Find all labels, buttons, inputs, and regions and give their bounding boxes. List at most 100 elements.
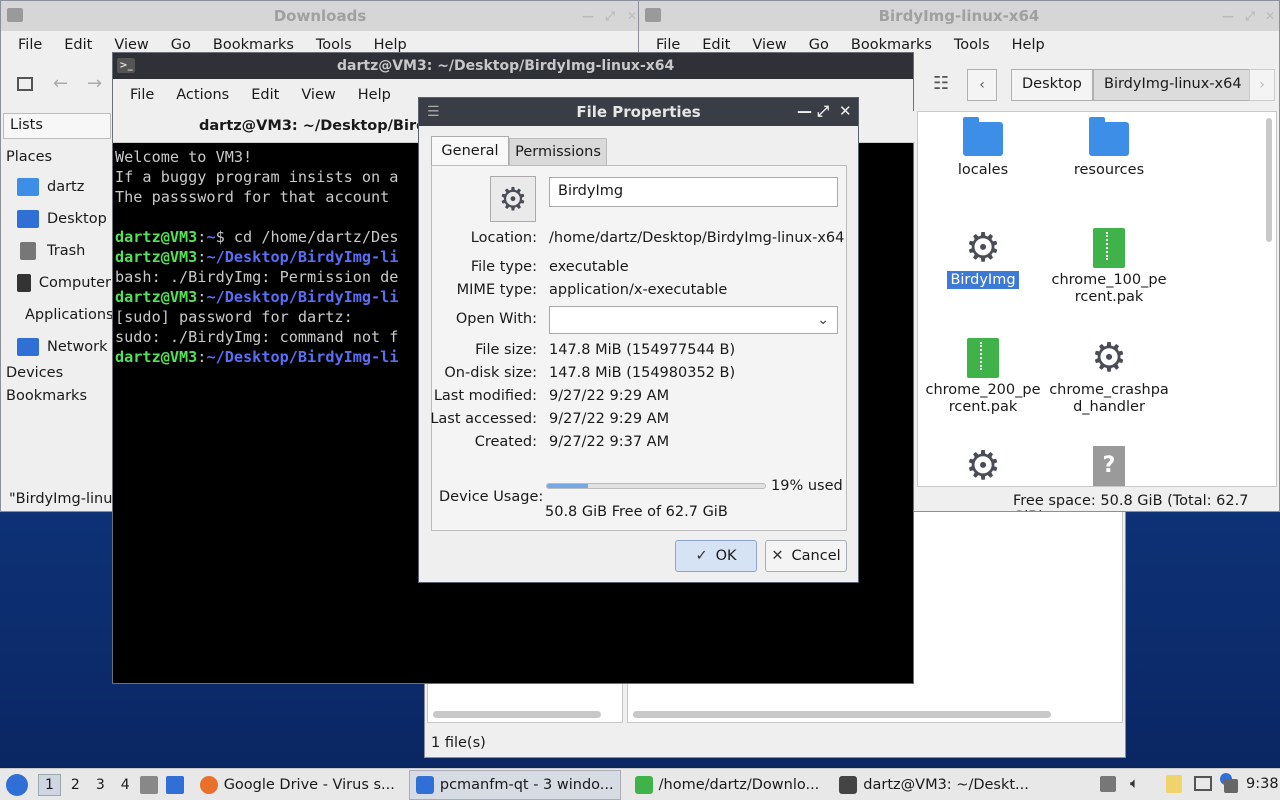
desktop-launcher-icon[interactable] <box>165 775 184 794</box>
maximize-icon[interactable]: ⤢ <box>817 102 829 120</box>
file-item-birdyimg[interactable]: ⚙ BirdyImg <box>918 228 1048 289</box>
sidebar-item-computer[interactable]: Computer <box>1 267 111 299</box>
workspace-3[interactable]: 3 <box>90 775 111 795</box>
right-scrollbar[interactable] <box>633 711 1051 718</box>
terminal-output[interactable]: Welcome to VM3! If a buggy program insist… <box>115 147 398 367</box>
sidebar-item-trash[interactable]: Trash <box>1 235 111 267</box>
close-icon[interactable]: ✕ <box>625 9 639 23</box>
close-icon[interactable]: ✕ <box>1263 9 1277 23</box>
tray-eject-icon[interactable] <box>1100 776 1116 792</box>
sidebar-item-desktop[interactable]: Desktop <box>1 203 111 235</box>
mime-value: application/x-executable <box>549 282 728 298</box>
menu-help[interactable]: Help <box>363 37 418 53</box>
clock[interactable]: 9:38 <box>1246 776 1279 792</box>
menu-help[interactable]: Help <box>1001 37 1056 53</box>
file-icon-button[interactable]: ⚙ <box>490 176 536 222</box>
menu-file[interactable]: File <box>645 37 691 53</box>
side-pane-tab[interactable]: Lists <box>3 113 111 139</box>
menu-view[interactable]: View <box>741 37 797 53</box>
terminal-line: The passsword for that account <box>115 188 390 206</box>
devices-header[interactable]: Devices <box>6 365 63 381</box>
minimize-icon[interactable]: — <box>797 102 812 120</box>
menu-go[interactable]: Go <box>160 37 202 53</box>
ondisk-label: On-disk size: <box>444 365 537 381</box>
ok-button[interactable]: ✓ OK <box>675 540 757 572</box>
file-item-resources[interactable]: resources <box>1044 117 1174 179</box>
mime-label: MIME type: <box>456 282 537 298</box>
menu-edit[interactable]: Edit <box>691 37 741 53</box>
new-tab-icon[interactable] <box>17 77 33 91</box>
home-folder-icon <box>17 178 39 196</box>
minimize-icon[interactable]: — <box>581 9 595 23</box>
bookmarks-header[interactable]: Bookmarks <box>6 388 87 404</box>
file-view-scrollbar[interactable] <box>1266 118 1272 242</box>
forward-icon[interactable]: → <box>87 73 102 94</box>
workspace-2[interactable]: 2 <box>65 775 86 795</box>
menu-edit[interactable]: Edit <box>53 37 103 53</box>
workspace-4[interactable]: 4 <box>115 775 136 795</box>
terminal-titlebar[interactable]: >_ dartz@VM3: ~/Desktop/BirdyImg-linux-x… <box>113 53 913 79</box>
file-item-partial-exec[interactable]: ⚙ <box>918 446 1048 486</box>
file-item-chrome-crashpad[interactable]: ⚙ chrome_crashpad_handler <box>1044 338 1174 416</box>
minimize-icon[interactable]: — <box>1221 9 1235 23</box>
sidebar-item-applications[interactable]: Applications <box>1 299 114 331</box>
menu-bookmarks[interactable]: Bookmarks <box>840 37 943 53</box>
filetype-value: executable <box>549 259 629 275</box>
menu-icon[interactable]: ☰ <box>427 104 440 120</box>
close-icon[interactable]: ✕ <box>839 102 852 120</box>
menu-file[interactable]: File <box>119 87 165 103</box>
tab-general[interactable]: General <box>431 136 509 166</box>
breadcrumb-desktop[interactable]: Desktop <box>1011 69 1093 101</box>
menu-actions[interactable]: Actions <box>165 87 240 103</box>
folder-icon <box>1089 117 1129 156</box>
menu-edit[interactable]: Edit <box>240 87 290 103</box>
menu-view[interactable]: View <box>103 37 159 53</box>
menu-tools[interactable]: Tools <box>305 37 363 53</box>
terminal-line: sudo: ./BirdyImg: command not f <box>115 328 399 346</box>
breadcrumb-birdyimg[interactable]: BirdyImg-linux-x64 <box>1093 69 1253 101</box>
file-item-chrome-100[interactable]: chrome_100_percent.pak <box>1044 228 1174 306</box>
left-scrollbar[interactable] <box>433 711 601 718</box>
prompt-user: dartz@VM3 <box>115 288 198 306</box>
sidebar-item-home[interactable]: dartz <box>1 171 111 203</box>
cancel-icon: ✕ <box>771 548 784 564</box>
file-item-locales[interactable]: locales <box>918 117 1048 179</box>
file-item-partial-unknown[interactable]: ? <box>1044 446 1174 486</box>
menu-tools[interactable]: Tools <box>943 37 1001 53</box>
path-forward-button[interactable]: › <box>1249 69 1275 101</box>
menu-go[interactable]: Go <box>798 37 840 53</box>
workspace-1[interactable]: 1 <box>38 773 61 796</box>
start-menu-icon[interactable] <box>6 773 28 796</box>
files-launcher-icon[interactable] <box>139 775 158 794</box>
clipboard-icon[interactable] <box>1166 775 1182 793</box>
prompt-command: $ cd /home/dartz/Des <box>215 228 399 246</box>
detail-view-icon[interactable]: ☷ <box>933 73 949 94</box>
openwith-select[interactable]: ⌄ <box>549 306 838 334</box>
birdyimg-titlebar[interactable]: BirdyImg-linux-x64 — ⤢ ✕ <box>639 1 1279 31</box>
task-firefox[interactable]: Google Drive - Virus s... <box>194 770 401 800</box>
task-terminal[interactable]: dartz@VM3: ~/Deskt... <box>833 770 1035 800</box>
downloads-titlebar[interactable]: Downloads — ⤢ ✕ <box>1 1 639 31</box>
menu-file[interactable]: File <box>7 37 53 53</box>
filename-input[interactable]: BirdyImg <box>549 177 838 207</box>
menu-view[interactable]: View <box>290 87 346 103</box>
tab-permissions[interactable]: Permissions <box>509 138 607 166</box>
dialog-titlebar[interactable]: ☰ File Properties — ⤢ ✕ <box>419 98 858 126</box>
filetype-label: File type: <box>470 259 537 275</box>
maximize-icon[interactable]: ⤢ <box>1243 9 1257 23</box>
volume-icon[interactable]: 🔈︎ <box>1130 774 1139 792</box>
lock-screen-icon[interactable] <box>1224 779 1238 793</box>
network-tray-icon[interactable] <box>1194 776 1212 791</box>
cancel-button[interactable]: ✕ Cancel <box>765 540 847 572</box>
maximize-icon[interactable]: ⤢ <box>603 9 617 23</box>
task-pcmanfm[interactable]: pcmanfm-qt - 3 windo... <box>408 769 621 800</box>
archive-icon <box>967 338 999 378</box>
menu-help[interactable]: Help <box>347 87 402 103</box>
menu-bookmarks[interactable]: Bookmarks <box>202 37 305 53</box>
file-item-chrome-200[interactable]: chrome_200_percent.pak <box>918 338 1048 416</box>
sidebar-item-network[interactable]: Network <box>1 331 111 363</box>
terminal-line: dartz@VM3:~/Desktop/BirdyImg-li <box>115 347 398 367</box>
task-downloads[interactable]: /home/dartz/Downlo... <box>629 770 826 800</box>
path-back-button[interactable]: ‹ <box>967 69 997 101</box>
back-icon[interactable]: ← <box>53 73 68 94</box>
